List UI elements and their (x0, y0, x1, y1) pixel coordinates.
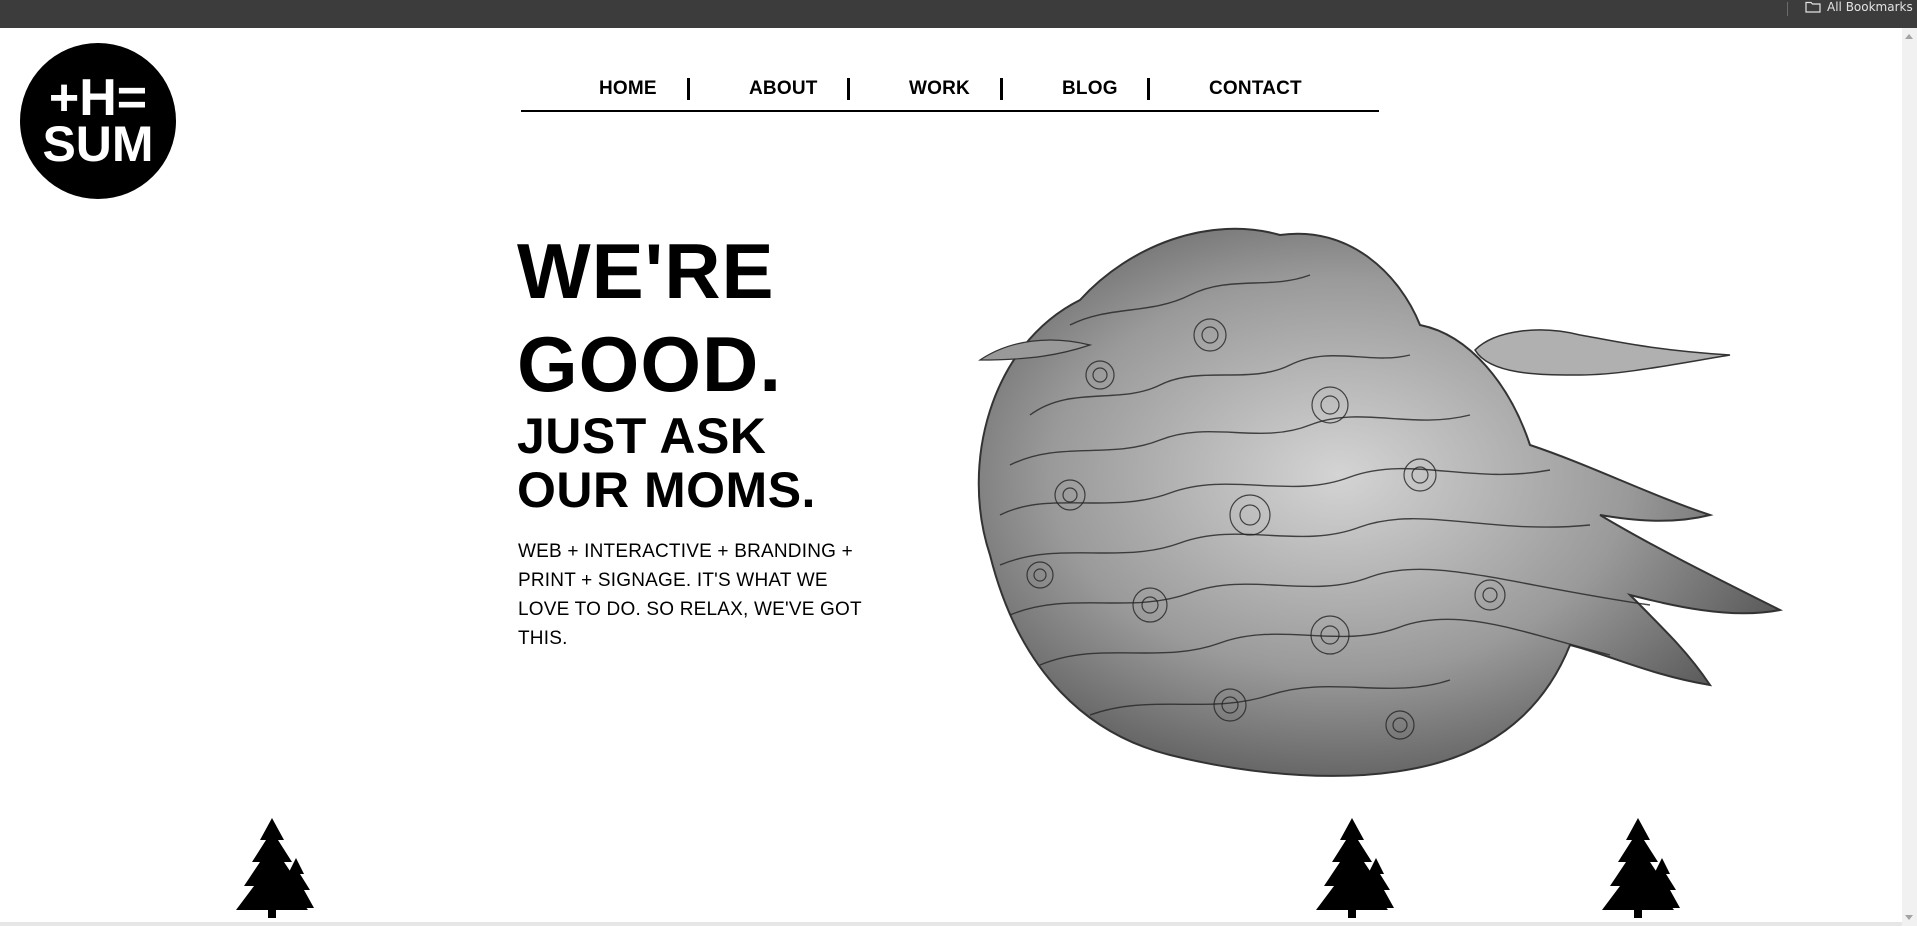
logo-line-2: SUM (42, 116, 153, 172)
folder-icon (1805, 1, 1821, 13)
browser-bookmarks-bar: All Bookmarks (0, 0, 1917, 28)
nav-contact[interactable]: CONTACT (1209, 78, 1302, 100)
all-bookmarks-button[interactable]: All Bookmarks (1805, 0, 1913, 14)
all-bookmarks-label: All Bookmarks (1827, 0, 1913, 14)
hero-heading-line-1: WE'RE (517, 227, 775, 315)
scroll-down-arrow-icon[interactable] (1905, 915, 1913, 920)
hero-subheading-line-1: JUST ASK (517, 408, 767, 464)
nav-work[interactable]: WORK (909, 78, 970, 100)
nav-divider (1147, 78, 1150, 100)
main-nav: HOME ABOUT WORK BLOG CONTACT (521, 68, 1379, 112)
nav-divider (687, 78, 690, 100)
toolbar-separator (1787, 2, 1788, 16)
pine-tree-icon (1310, 818, 1394, 918)
horizontal-scrollbar-edge (0, 922, 1902, 926)
hair-cloud-illustration (950, 215, 1810, 785)
scroll-up-arrow-icon[interactable] (1905, 34, 1913, 39)
nav-home[interactable]: HOME (599, 78, 657, 100)
nav-about[interactable]: ABOUT (749, 78, 818, 100)
hero-tagline: WEB + INTERACTIVE + BRANDING + PRINT + S… (518, 541, 862, 649)
hero-subheading-line-2: OUR MOMS. (517, 462, 816, 518)
pine-tree-icon (230, 818, 314, 918)
nav-blog[interactable]: BLOG (1062, 78, 1118, 100)
pine-tree-icon (1596, 818, 1680, 918)
site-logo[interactable]: +H= SUM (20, 43, 176, 199)
vertical-scrollbar[interactable] (1902, 28, 1917, 926)
scrollbar-thumb[interactable] (1905, 50, 1914, 900)
hero-heading-line-2: GOOD. (517, 320, 783, 408)
nav-divider (847, 78, 850, 100)
nav-divider (1000, 78, 1003, 100)
